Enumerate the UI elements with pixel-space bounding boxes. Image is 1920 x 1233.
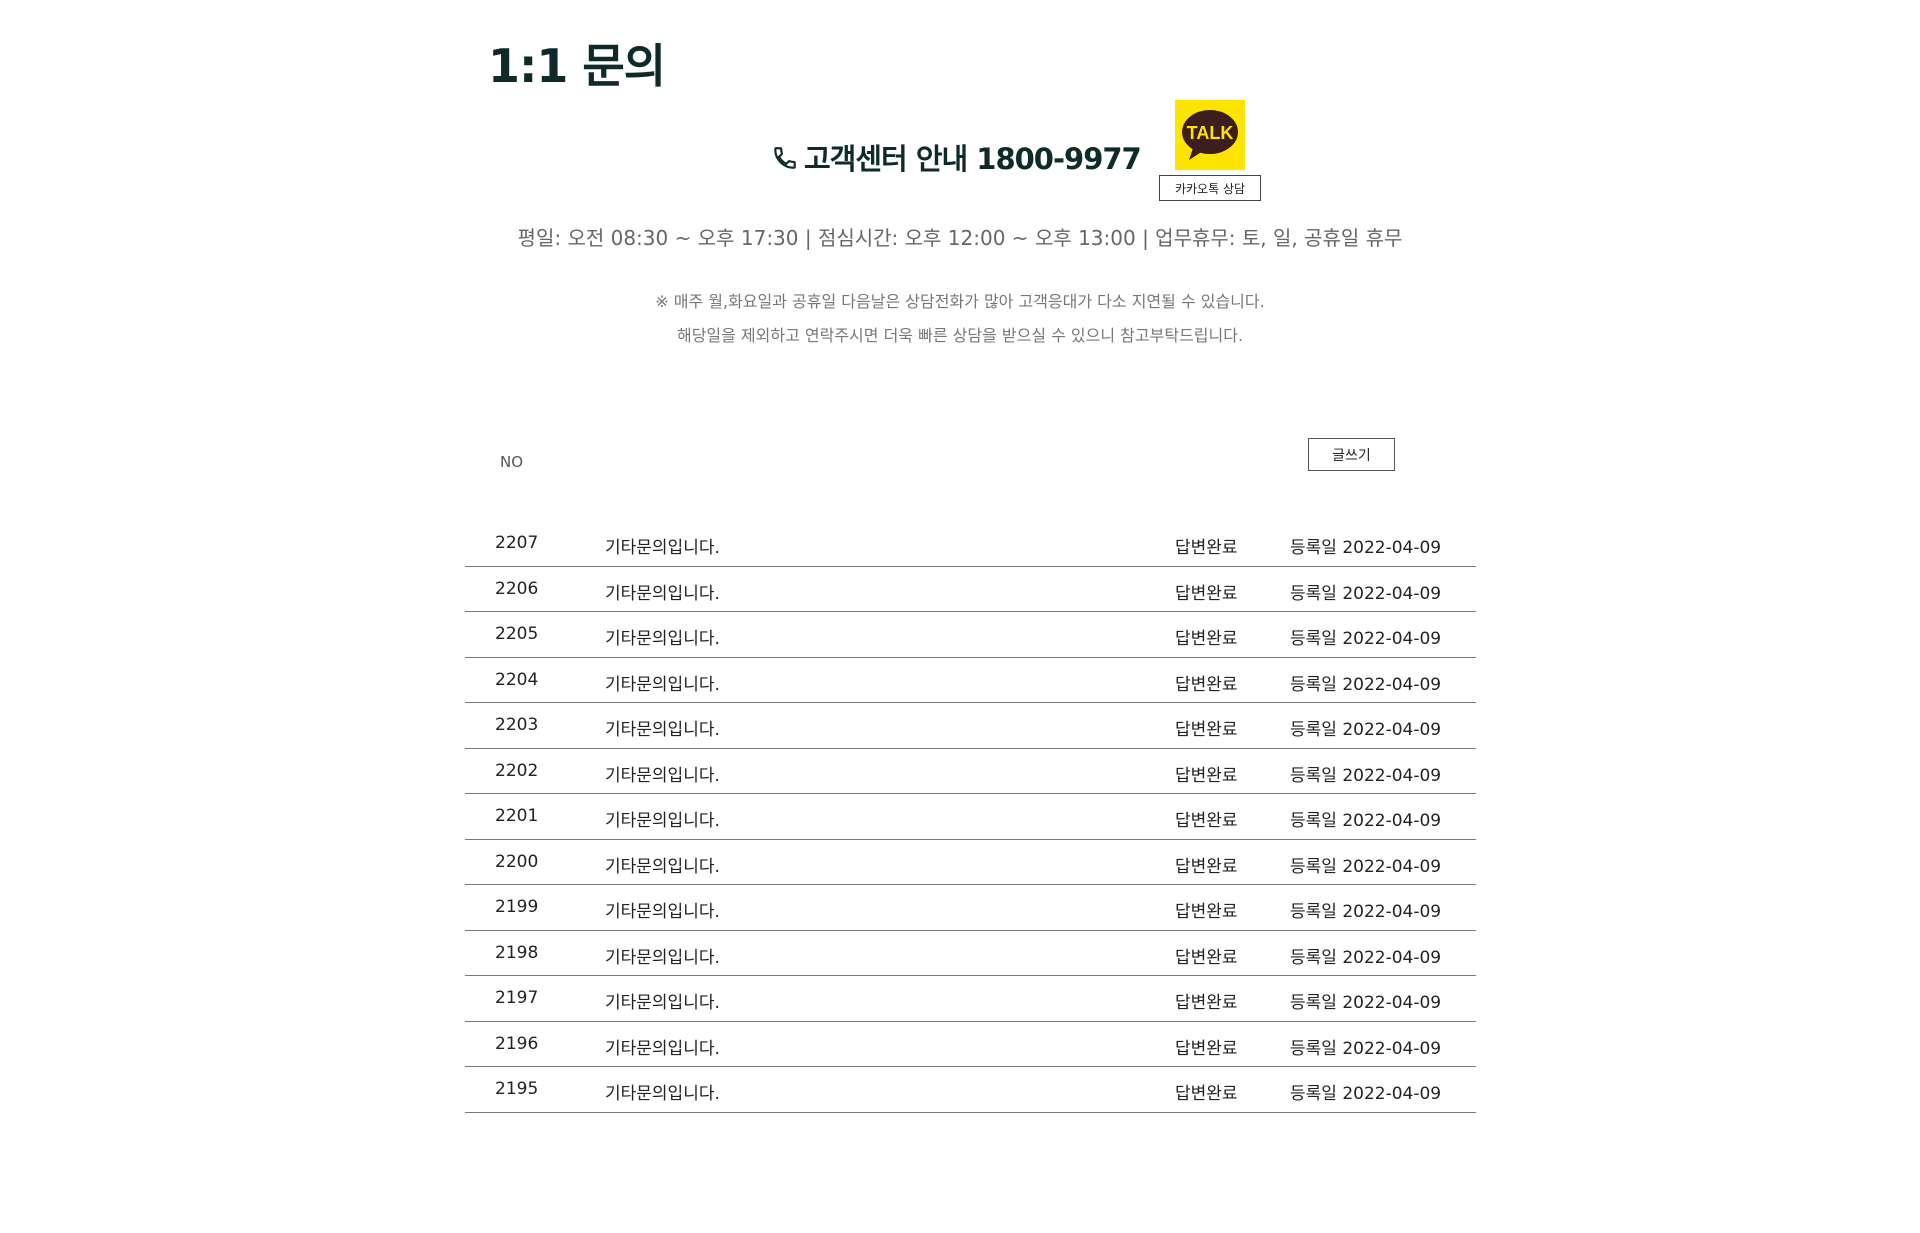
customer-center-label: 고객센터 안내 1800-9977 bbox=[804, 142, 1142, 176]
inquiry-number: 2200 bbox=[495, 851, 539, 872]
inquiry-list: 2207 기타문의입니다. 답변완료 등록일 2022-04-09 2206 기… bbox=[465, 521, 1476, 1113]
inquiry-status: 답변완료 bbox=[1175, 538, 1238, 558]
inquiry-row[interactable]: 2200 기타문의입니다. 답변완료 등록일 2022-04-09 bbox=[465, 840, 1476, 885]
inquiry-date: 등록일 2022-04-09 bbox=[1290, 720, 1442, 740]
inquiry-status: 답변완료 bbox=[1175, 765, 1238, 786]
phone-icon bbox=[772, 144, 798, 170]
inquiry-row[interactable]: 2197 기타문의입니다. 답변완료 등록일 2022-04-09 bbox=[465, 976, 1476, 1022]
inquiry-date: 등록일 2022-04-09 bbox=[1290, 1084, 1442, 1104]
inquiry-row[interactable]: 2202 기타문의입니다. 답변완료 등록일 2022-04-09 bbox=[465, 749, 1476, 794]
inquiry-date: 등록일 2022-04-09 bbox=[1290, 1038, 1442, 1059]
customer-center-info: 고객센터 안내 1800-9977 bbox=[0, 136, 1920, 176]
inquiry-status: 답변완료 bbox=[1175, 811, 1238, 831]
inquiry-status: 답변완료 bbox=[1175, 720, 1238, 740]
business-hours: 평일: 오전 08:30 ~ 오후 17:30 | 점심시간: 오후 12:00… bbox=[517, 226, 1403, 250]
inquiry-title[interactable]: 기타문의입니다. bbox=[605, 943, 720, 968]
inquiry-status: 답변완료 bbox=[1175, 583, 1238, 604]
kakao-talk-logo[interactable]: TALK bbox=[1175, 100, 1245, 170]
inquiry-row[interactable]: 2195 기타문의입니다. 답변완료 등록일 2022-04-09 bbox=[465, 1067, 1476, 1113]
inquiry-date: 등록일 2022-04-09 bbox=[1290, 674, 1442, 695]
inquiry-row[interactable]: 2206 기타문의입니다. 답변완료 등록일 2022-04-09 bbox=[465, 567, 1476, 612]
inquiry-number: 2199 bbox=[495, 897, 539, 917]
inquiry-row[interactable]: 2205 기타문의입니다. 답변완료 등록일 2022-04-09 bbox=[465, 612, 1476, 658]
inquiry-status: 답변완료 bbox=[1175, 993, 1238, 1013]
page-title: 1:1 문의 bbox=[488, 39, 666, 93]
inquiry-row[interactable]: 2203 기타문의입니다. 답변완료 등록일 2022-04-09 bbox=[465, 703, 1476, 749]
inquiry-status: 답변완료 bbox=[1175, 1084, 1238, 1104]
write-button[interactable]: 글쓰기 bbox=[1308, 438, 1395, 471]
inquiry-date: 등록일 2022-04-09 bbox=[1290, 538, 1442, 558]
customer-center-heading: 고객센터 안내 1800-9977 bbox=[772, 136, 1142, 178]
inquiry-date: 등록일 2022-04-09 bbox=[1290, 947, 1442, 968]
inquiry-title[interactable]: 기타문의입니다. bbox=[605, 715, 720, 740]
inquiry-row[interactable]: 2201 기타문의입니다. 답변완료 등록일 2022-04-09 bbox=[465, 794, 1476, 840]
inquiry-title[interactable]: 기타문의입니다. bbox=[605, 533, 720, 558]
inquiry-title[interactable]: 기타문의입니다. bbox=[605, 624, 720, 649]
inquiry-title[interactable]: 기타문의입니다. bbox=[605, 670, 720, 695]
inquiry-number: 2206 bbox=[495, 578, 539, 599]
inquiry-status: 답변완료 bbox=[1175, 629, 1238, 649]
inquiry-date: 등록일 2022-04-09 bbox=[1290, 583, 1442, 604]
inquiry-title[interactable]: 기타문의입니다. bbox=[605, 579, 720, 604]
inquiry-title[interactable]: 기타문의입니다. bbox=[605, 988, 720, 1013]
inquiry-number: 2196 bbox=[495, 1033, 539, 1054]
inquiry-date: 등록일 2022-04-09 bbox=[1290, 811, 1442, 831]
inquiry-date: 등록일 2022-04-09 bbox=[1290, 993, 1442, 1013]
inquiry-status: 답변완료 bbox=[1175, 674, 1238, 695]
kakao-consult-button[interactable]: 카카오톡 상담 bbox=[1159, 175, 1261, 201]
inquiry-number: 2207 bbox=[495, 533, 539, 553]
inquiry-title[interactable]: 기타문의입니다. bbox=[605, 897, 720, 922]
kakao-logo-text: TALK bbox=[1187, 123, 1234, 143]
inquiry-number: 2201 bbox=[495, 806, 539, 826]
inquiry-date: 등록일 2022-04-09 bbox=[1290, 629, 1442, 649]
inquiry-row[interactable]: 2199 기타문의입니다. 답변완료 등록일 2022-04-09 bbox=[465, 885, 1476, 931]
inquiry-title[interactable]: 기타문의입니다. bbox=[605, 852, 720, 877]
notice-line-1: ※ 매주 월,화요일과 공휴일 다음날은 상담전화가 많아 고객응대가 다소 지… bbox=[655, 292, 1265, 311]
inquiry-date: 등록일 2022-04-09 bbox=[1290, 765, 1442, 786]
inquiry-status: 답변완료 bbox=[1175, 1038, 1238, 1059]
inquiry-row[interactable]: 2204 기타문의입니다. 답변완료 등록일 2022-04-09 bbox=[465, 658, 1476, 703]
inquiry-status: 답변완료 bbox=[1175, 856, 1238, 877]
inquiry-number: 2202 bbox=[495, 760, 539, 781]
inquiry-row[interactable]: 2198 기타문의입니다. 답변완료 등록일 2022-04-09 bbox=[465, 931, 1476, 976]
inquiry-title[interactable]: 기타문의입니다. bbox=[605, 806, 720, 831]
inquiry-title[interactable]: 기타문의입니다. bbox=[605, 761, 720, 786]
inquiry-row[interactable]: 2196 기타문의입니다. 답변완료 등록일 2022-04-09 bbox=[465, 1022, 1476, 1067]
inquiry-status: 답변완료 bbox=[1175, 947, 1238, 968]
inquiry-number: 2198 bbox=[495, 942, 539, 963]
inquiry-number: 2195 bbox=[495, 1079, 539, 1099]
inquiry-number: 2204 bbox=[495, 669, 539, 690]
inquiry-number: 2197 bbox=[495, 988, 539, 1008]
inquiry-title[interactable]: 기타문의입니다. bbox=[605, 1079, 720, 1104]
inquiry-number: 2203 bbox=[495, 715, 539, 735]
inquiry-row[interactable]: 2207 기타문의입니다. 답변완료 등록일 2022-04-09 bbox=[465, 521, 1476, 567]
inquiry-title[interactable]: 기타문의입니다. bbox=[605, 1034, 720, 1059]
inquiry-status: 답변완료 bbox=[1175, 902, 1238, 922]
notice-line-2: 해당일을 제외하고 연락주시면 더욱 빠른 상담을 받으실 수 있으니 참고부탁… bbox=[676, 326, 1244, 345]
inquiry-date: 등록일 2022-04-09 bbox=[1290, 902, 1442, 922]
no-column-header: NO bbox=[500, 453, 524, 471]
inquiry-number: 2205 bbox=[495, 624, 539, 644]
inquiry-date: 등록일 2022-04-09 bbox=[1290, 856, 1442, 877]
